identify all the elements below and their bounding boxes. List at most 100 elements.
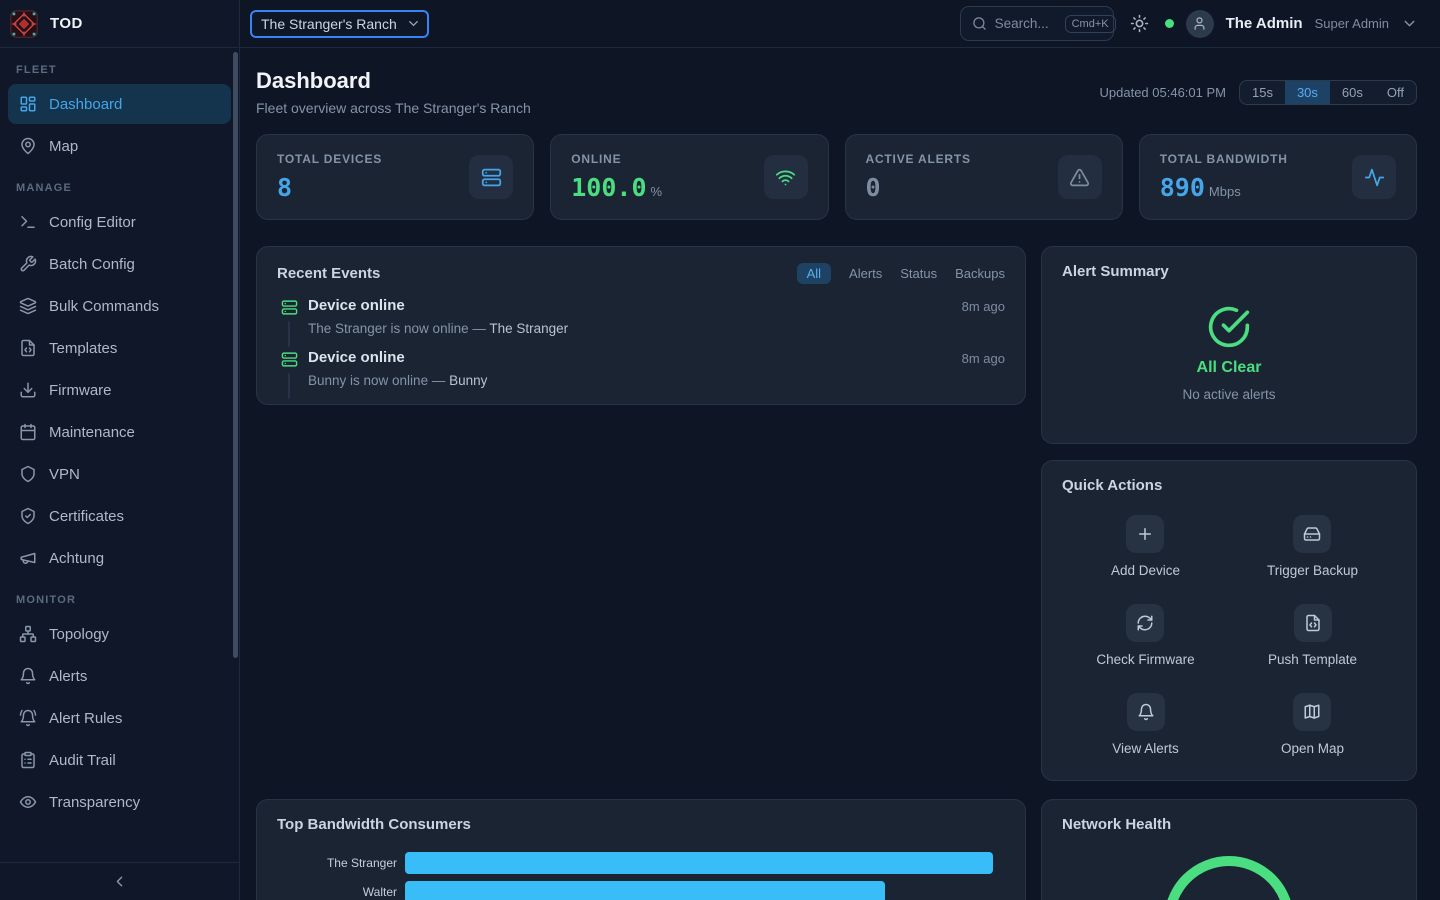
alert-summary-content: All Clear No active alerts xyxy=(1062,280,1396,427)
wifi-icon xyxy=(775,167,796,188)
network-health-gauge: 100 xyxy=(1062,846,1396,900)
server-icon xyxy=(481,167,502,188)
push-template-button[interactable]: Push Template xyxy=(1268,604,1357,667)
fleet-selector[interactable]: The Stranger's Ranch xyxy=(250,10,429,38)
theme-toggle-button[interactable] xyxy=(1126,10,1153,37)
chevron-down-icon[interactable] xyxy=(1401,15,1418,32)
recent-events-title: Recent Events xyxy=(277,265,380,282)
check-firmware-button[interactable]: Check Firmware xyxy=(1096,604,1194,667)
sidebar-scrollbar[interactable] xyxy=(233,52,238,658)
server-icon xyxy=(281,299,298,316)
event-row[interactable]: Device online 8m ago Bunny is now online… xyxy=(277,349,1005,388)
view-alerts-button[interactable]: View Alerts xyxy=(1112,693,1179,756)
sidebar-item-label: Bulk Commands xyxy=(49,298,159,315)
refresh-interval-group: 15s30s60sOff xyxy=(1239,80,1417,105)
stat-icon-chip xyxy=(1058,155,1102,199)
wrench-icon xyxy=(19,255,37,273)
search-box[interactable]: Cmd+K xyxy=(960,6,1114,41)
file-code-icon xyxy=(19,339,37,357)
sidebar-item-certificates[interactable]: Certificates xyxy=(8,496,231,536)
sidebar-item-batch-config[interactable]: Batch Config xyxy=(8,244,231,284)
stat-icon-chip xyxy=(764,155,808,199)
eye-icon xyxy=(19,793,37,811)
sidebar-item-bulk-commands[interactable]: Bulk Commands xyxy=(8,286,231,326)
bandwidth-chart: The Stranger Walter xyxy=(277,852,1005,900)
interval-button-off[interactable]: Off xyxy=(1375,81,1416,104)
file-code-icon xyxy=(1294,604,1332,642)
sidebar-section: MONITOR Topology Alerts Alert Rules Audi… xyxy=(0,594,239,822)
plus-icon xyxy=(1126,515,1164,553)
sidebar-item-config-editor[interactable]: Config Editor xyxy=(8,202,231,242)
interval-button-30s[interactable]: 30s xyxy=(1285,81,1330,104)
gauge-ring-icon: 100 xyxy=(1154,846,1304,900)
stat-text: TOTAL BANDWIDTH 890Mbps xyxy=(1160,152,1288,202)
user-icon xyxy=(1192,16,1207,31)
sidebar-item-achtung[interactable]: Achtung xyxy=(8,538,231,578)
sidebar-item-transparency[interactable]: Transparency xyxy=(8,782,231,822)
alert-summary-title: Alert Summary xyxy=(1062,263,1396,280)
stat-icon-chip xyxy=(469,155,513,199)
sidebar-item-label: Transparency xyxy=(49,794,140,811)
sidebar-item-label: Achtung xyxy=(49,550,104,567)
alert-summary-card: Alert Summary All Clear No active alerts xyxy=(1041,246,1417,444)
event-filter-alerts[interactable]: Alerts xyxy=(849,263,882,284)
trigger-backup-button[interactable]: Trigger Backup xyxy=(1267,515,1358,578)
stat-card-total-devices: TOTAL DEVICES 8 xyxy=(256,134,534,220)
search-icon xyxy=(972,16,987,31)
chevron-left-icon xyxy=(111,873,128,890)
event-filter-tabs: All Alerts Status Backups xyxy=(797,263,1005,284)
bell-icon xyxy=(1137,703,1155,721)
map-icon xyxy=(1293,693,1331,731)
quick-action-label: Open Map xyxy=(1281,741,1344,756)
sidebar-section: MANAGE Config Editor Batch Config Bulk C… xyxy=(0,182,239,578)
event-filter-backups[interactable]: Backups xyxy=(955,263,1005,284)
event-filter-status[interactable]: Status xyxy=(900,263,937,284)
search-input[interactable] xyxy=(995,16,1057,31)
user-name: The Admin xyxy=(1226,15,1303,32)
sidebar-item-topology[interactable]: Topology xyxy=(8,614,231,654)
content-grid: Recent Events All Alerts Status Backups Dev… xyxy=(256,246,1417,900)
event-row[interactable]: Device online 8m ago The Stranger is now… xyxy=(277,297,1005,336)
bandwidth-device-label: The Stranger xyxy=(277,856,397,870)
add-device-button[interactable]: Add Device xyxy=(1111,515,1180,578)
sidebar-item-label: Audit Trail xyxy=(49,752,116,769)
shield-icon xyxy=(19,465,37,483)
sidebar-item-vpn[interactable]: VPN xyxy=(8,454,231,494)
sidebar-item-map[interactable]: Map xyxy=(8,126,231,166)
sidebar-item-label: Dashboard xyxy=(49,96,122,113)
stat-value: 100.0% xyxy=(571,173,662,202)
sidebar-item-maintenance[interactable]: Maintenance xyxy=(8,412,231,452)
sidebar-collapse-button[interactable] xyxy=(0,862,239,900)
bandwidth-bar-track xyxy=(405,881,1005,900)
sidebar-item-label: VPN xyxy=(49,466,80,483)
avatar[interactable] xyxy=(1186,10,1214,38)
event-timeline-connector xyxy=(288,373,290,399)
sidebar-item-dashboard[interactable]: Dashboard xyxy=(8,84,231,124)
bell-icon xyxy=(1127,693,1165,731)
open-map-button[interactable]: Open Map xyxy=(1281,693,1344,756)
alert-subtext: No active alerts xyxy=(1182,387,1275,402)
sidebar-item-label: Certificates xyxy=(49,508,124,525)
page-title: Dashboard xyxy=(256,68,531,94)
body-row: FLEET Dashboard MapMANAGE Config Editor … xyxy=(0,48,1440,900)
user-role: Super Admin xyxy=(1315,16,1389,31)
event-filter-all[interactable]: All xyxy=(797,263,831,284)
sidebar-item-alert-rules[interactable]: Alert Rules xyxy=(8,698,231,738)
hard-drive-icon xyxy=(1303,525,1321,543)
chevron-left-icon xyxy=(111,873,128,890)
interval-button-15s[interactable]: 15s xyxy=(1240,81,1285,104)
sidebar-item-templates[interactable]: Templates xyxy=(8,328,231,368)
layout-dashboard-icon xyxy=(19,95,37,113)
interval-button-60s[interactable]: 60s xyxy=(1330,81,1375,104)
bell-ring-icon xyxy=(19,709,37,727)
topbar: TOD The Stranger's Ranch Cmd+K The Admin… xyxy=(0,0,1440,48)
sidebar-item-alerts[interactable]: Alerts xyxy=(8,656,231,696)
sidebar-item-firmware[interactable]: Firmware xyxy=(8,370,231,410)
bandwidth-title: Top Bandwidth Consumers xyxy=(277,816,471,833)
search-shortcut-badge: Cmd+K xyxy=(1065,15,1116,33)
fleet-selector-wrap: The Stranger's Ranch xyxy=(250,10,429,38)
event-timeline-connector xyxy=(288,321,290,347)
chevron-down-icon xyxy=(1401,15,1418,32)
event-description: Bunny is now online — Bunny xyxy=(308,373,1005,388)
sidebar-item-audit-trail[interactable]: Audit Trail xyxy=(8,740,231,780)
